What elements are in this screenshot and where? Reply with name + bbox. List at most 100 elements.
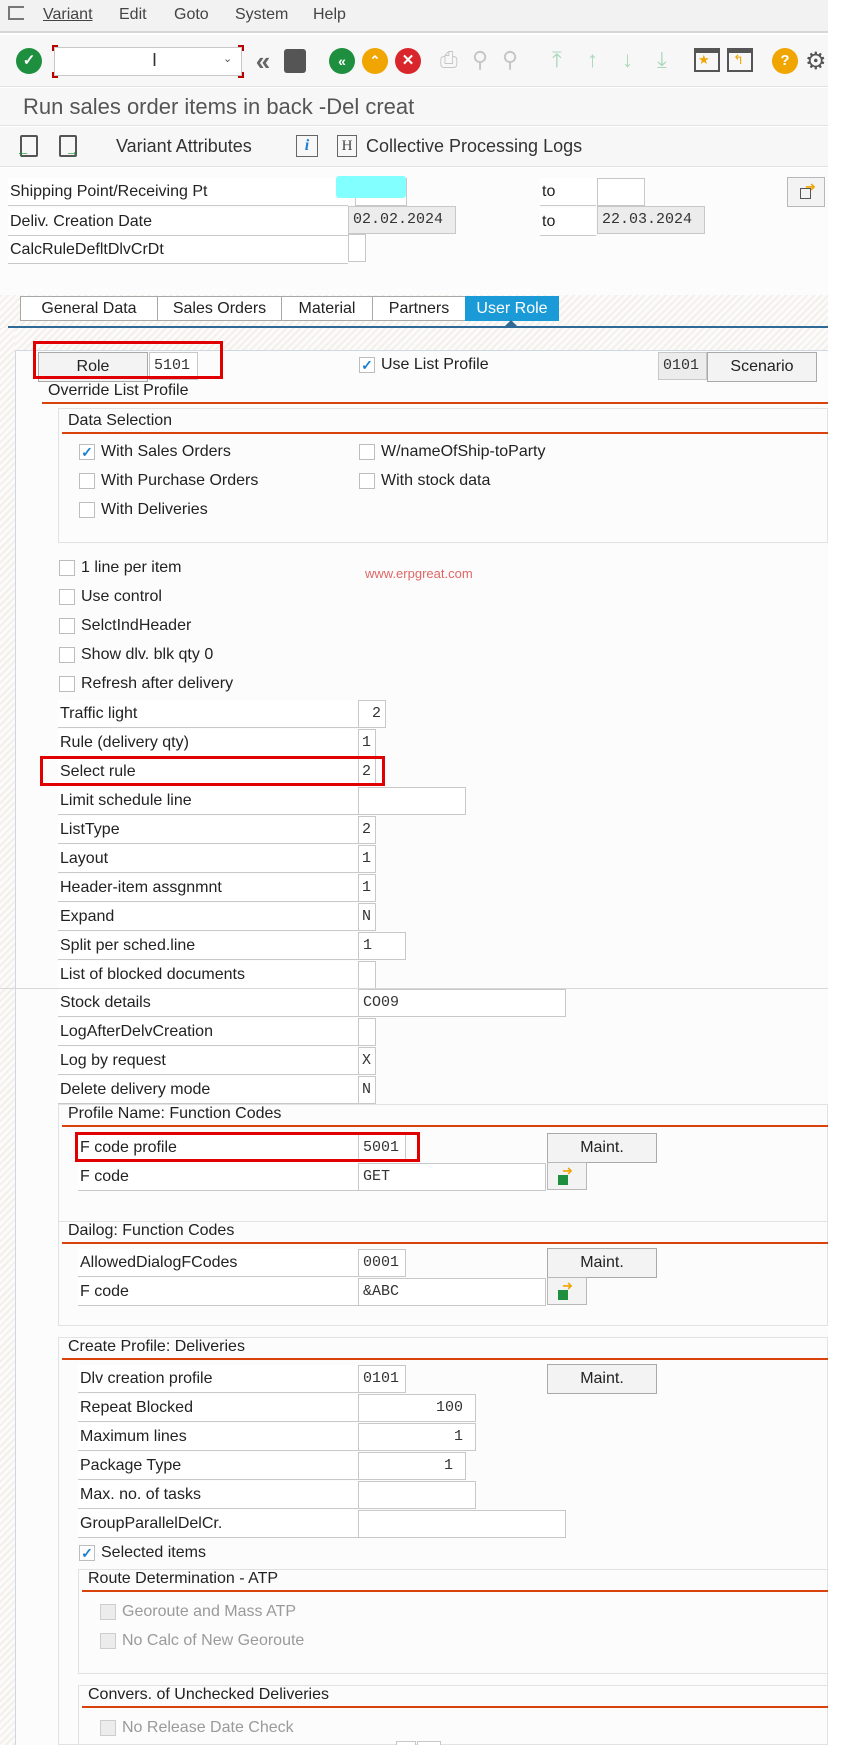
allowed-dialog-fcodes-input[interactable]: 0001 bbox=[358, 1249, 406, 1277]
variant-attributes-button[interactable]: Variant Attributes bbox=[116, 136, 252, 157]
first-page-icon[interactable]: ⤒ bbox=[552, 47, 562, 73]
tab-user-role[interactable]: User Role bbox=[465, 296, 559, 321]
with-deliveries-checkbox[interactable]: With Deliveries bbox=[79, 499, 208, 521]
limit-schedule-line-input[interactable] bbox=[358, 787, 466, 815]
list-type-input[interactable]: 2 bbox=[358, 816, 376, 844]
role-input[interactable]: 5101 bbox=[149, 352, 198, 380]
menu-system[interactable]: System bbox=[235, 6, 288, 24]
shipping-point-to-input[interactable] bbox=[597, 178, 645, 206]
logs-icon[interactable]: H bbox=[337, 135, 357, 157]
rule-delivery-qty-input[interactable]: 1 bbox=[358, 729, 376, 757]
dlv-creation-profile-input[interactable]: 0101 bbox=[358, 1365, 406, 1393]
print-icon[interactable]: ⎙ bbox=[440, 47, 458, 73]
tab-material[interactable]: Material bbox=[281, 296, 373, 321]
with-purchase-orders-checkbox[interactable]: With Purchase Orders bbox=[79, 470, 258, 492]
next-page-icon[interactable]: ↓ bbox=[622, 47, 633, 73]
fcode-profile-input[interactable]: 5001 bbox=[358, 1134, 406, 1162]
list-blocked-documents-label: List of blocked documents bbox=[58, 961, 358, 989]
section-rule bbox=[82, 1590, 828, 1592]
with-stock-data-checkbox[interactable]: With stock data bbox=[359, 470, 490, 492]
no-release-date-check-checkbox[interactable]: No Release Date Check bbox=[100, 1717, 294, 1739]
with-sales-orders-checkbox[interactable]: ✓ With Sales Orders bbox=[79, 441, 231, 463]
last-page-icon[interactable]: ⤓ bbox=[657, 47, 667, 73]
one-line-per-item-checkbox[interactable]: 1 line per item bbox=[59, 557, 182, 579]
delete-delivery-mode-input[interactable]: N bbox=[358, 1076, 376, 1104]
partial-input-bottom[interactable] bbox=[396, 1741, 416, 1745]
dialog-fcodes-title: Dailog: Function Codes bbox=[68, 1222, 235, 1239]
tab-sales-orders[interactable]: Sales Orders bbox=[157, 296, 282, 321]
with-name-ship-to-party-checkbox[interactable]: W/nameOfShip-toParty bbox=[359, 441, 546, 463]
help-icon[interactable]: ? bbox=[772, 48, 798, 74]
traffic-light-input[interactable]: 2 bbox=[358, 700, 386, 728]
dialog-fcode-input[interactable]: &ABC bbox=[358, 1278, 546, 1306]
shortcut-icon[interactable]: ↰ bbox=[727, 48, 753, 72]
list-blocked-documents-input[interactable] bbox=[358, 961, 376, 989]
create-profile-maint-button[interactable]: Maint. bbox=[547, 1364, 657, 1394]
dialog-fcodes-maint-button[interactable]: Maint. bbox=[547, 1248, 657, 1278]
creation-date-from-input[interactable]: 02.02.2024 bbox=[348, 206, 456, 234]
show-dlv-blk-qty-checkbox[interactable]: Show dlv. blk qty 0 bbox=[59, 644, 213, 666]
split-per-sched-line-input[interactable]: 1 bbox=[358, 932, 406, 960]
expand-input[interactable]: N bbox=[358, 903, 376, 931]
selctindheader-checkbox[interactable]: SelctIndHeader bbox=[59, 615, 191, 637]
scenario-button[interactable]: Scenario bbox=[707, 352, 817, 382]
system-menu-icon[interactable] bbox=[8, 6, 24, 20]
menu-goto[interactable]: Goto bbox=[174, 6, 209, 24]
collective-logs-button[interactable]: Collective Processing Logs bbox=[366, 136, 582, 157]
save-icon[interactable] bbox=[284, 49, 306, 73]
georoute-mass-atp-checkbox[interactable]: Georoute and Mass ATP bbox=[100, 1601, 296, 1623]
section-rule bbox=[62, 1125, 828, 1127]
find-next-icon[interactable]: ⚲ bbox=[502, 47, 518, 73]
dialog-fcode-execute-button[interactable]: ➜ bbox=[547, 1277, 587, 1305]
previous-page-icon[interactable]: ↑ bbox=[587, 47, 598, 73]
menu-variant[interactable]: Variant bbox=[43, 6, 93, 24]
scenario-input[interactable]: 0101 bbox=[658, 352, 707, 380]
log-after-delv-creation-input[interactable] bbox=[358, 1018, 376, 1046]
partial-input-bottom-2[interactable] bbox=[417, 1741, 441, 1745]
menu-edit[interactable]: Edit bbox=[119, 6, 147, 24]
text-cursor-icon: I bbox=[152, 50, 158, 70]
tab-general-data[interactable]: General Data bbox=[20, 296, 158, 321]
multiple-selection-button[interactable]: ➜ bbox=[787, 177, 825, 207]
package-type-input[interactable]: 1 bbox=[358, 1452, 466, 1480]
save-variant-icon[interactable]: → bbox=[59, 135, 79, 158]
checkbox-icon bbox=[359, 473, 375, 489]
customize-layout-icon[interactable]: ⚙ bbox=[805, 47, 827, 76]
new-session-icon[interactable]: ★ bbox=[694, 48, 720, 72]
selected-items-checkbox[interactable]: ✓ Selected items bbox=[79, 1542, 206, 1564]
no-calc-new-georoute-checkbox[interactable]: No Calc of New Georoute bbox=[100, 1630, 304, 1652]
select-rule-input[interactable]: 2 bbox=[358, 758, 376, 786]
layout-input[interactable]: 1 bbox=[358, 845, 376, 873]
group-parallel-del-cr-input[interactable] bbox=[358, 1510, 566, 1538]
get-variant-icon[interactable]: ← bbox=[16, 135, 38, 158]
header-item-assignment-input[interactable]: 1 bbox=[358, 874, 376, 902]
history-back-icon[interactable]: « bbox=[250, 48, 276, 74]
command-dropdown-icon[interactable]: ⌄ bbox=[223, 52, 232, 65]
use-control-checkbox[interactable]: Use control bbox=[59, 586, 162, 608]
info-icon[interactable]: i bbox=[296, 135, 318, 157]
max-no-of-tasks-input[interactable] bbox=[358, 1481, 476, 1509]
command-field[interactable]: I ⌄ bbox=[52, 45, 244, 78]
menu-help[interactable]: Help bbox=[313, 6, 346, 24]
repeat-blocked-input[interactable]: 100 bbox=[358, 1394, 476, 1422]
stock-details-input[interactable]: CO09 bbox=[358, 989, 566, 1017]
use-list-profile-checkbox[interactable]: ✓ Use List Profile bbox=[359, 354, 489, 376]
back-icon[interactable]: « bbox=[329, 48, 355, 74]
checkbox-icon bbox=[59, 676, 75, 692]
cancel-icon[interactable]: ✕ bbox=[395, 48, 421, 74]
fcode-label: F code bbox=[78, 1163, 358, 1191]
fcode-profile-maint-button[interactable]: Maint. bbox=[547, 1133, 657, 1163]
refresh-after-delivery-checkbox[interactable]: Refresh after delivery bbox=[59, 673, 233, 695]
log-by-request-input[interactable]: X bbox=[358, 1047, 376, 1075]
fcode-input[interactable]: GET bbox=[358, 1163, 546, 1191]
profile-fcodes-title: Profile Name: Function Codes bbox=[68, 1105, 282, 1122]
enter-icon[interactable]: ✓ bbox=[16, 48, 42, 74]
exit-icon[interactable]: ⌃ bbox=[362, 48, 388, 74]
creation-date-to-input[interactable]: 22.03.2024 bbox=[597, 206, 705, 234]
fcode-execute-button[interactable]: ➜ bbox=[547, 1162, 587, 1190]
calc-rule-input[interactable] bbox=[348, 234, 366, 262]
tab-partners[interactable]: Partners bbox=[372, 296, 466, 321]
maximum-lines-input[interactable]: 1 bbox=[358, 1423, 476, 1451]
find-icon[interactable]: ⚲ bbox=[472, 47, 488, 73]
role-button[interactable]: Role bbox=[38, 352, 148, 382]
